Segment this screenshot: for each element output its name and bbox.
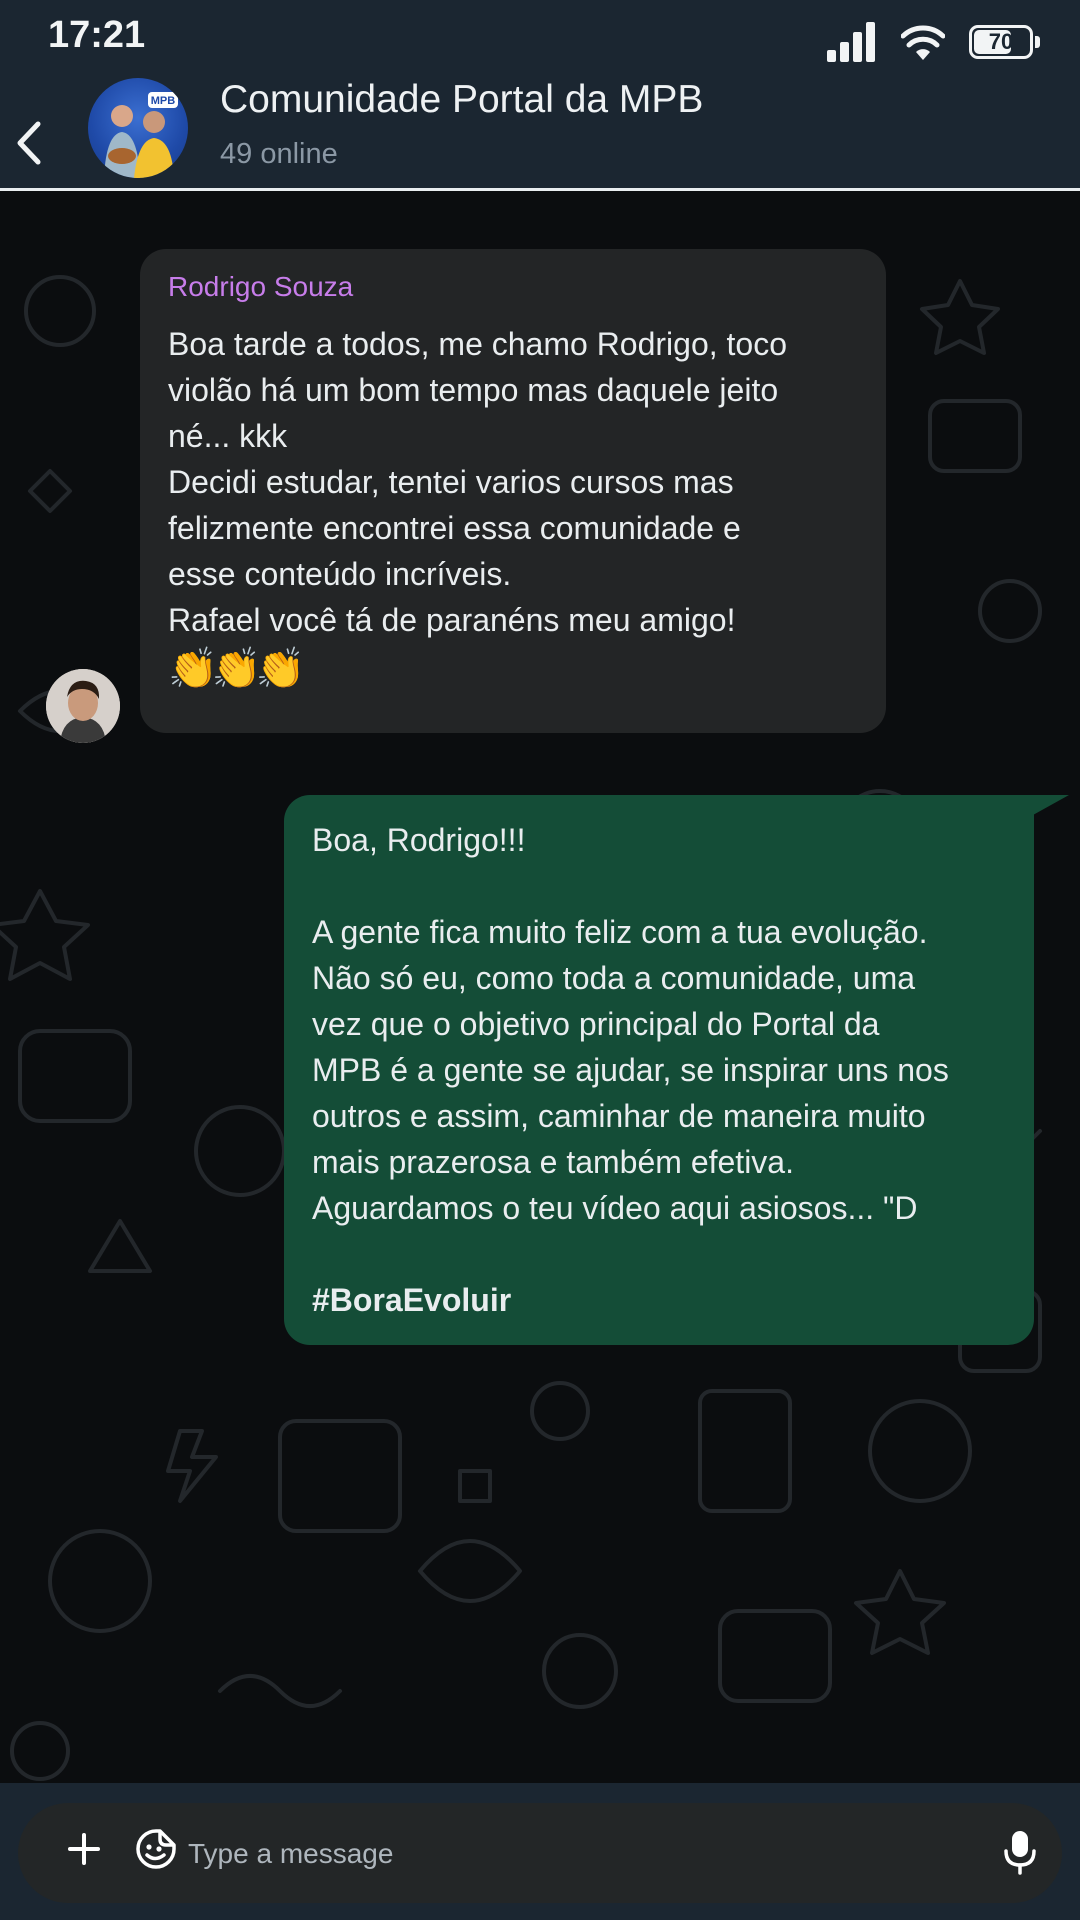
sender-avatar[interactable] [46,669,120,743]
composer-bar [0,1783,1080,1920]
composer-pill [18,1803,1062,1903]
sticker-icon[interactable] [134,1827,178,1871]
microphone-icon[interactable] [1000,1829,1040,1875]
chat-header: 17:21 70 MPB Comunidade Portal da MPB 49… [0,0,1080,191]
signal-icon [827,22,875,62]
clapping-hands-emoji: 👏👏👏 [168,647,305,691]
back-chevron-icon[interactable] [10,118,50,168]
group-avatar[interactable]: MPB [88,78,188,178]
status-icons: 70 [827,22,1040,62]
message-text: Boa tarde a todos, me chamo Rodrigo, toc… [168,326,788,638]
hashtag-link[interactable]: #BoraEvoluir [312,1277,1006,1323]
status-time: 17:21 [48,14,146,56]
chat-title[interactable]: Comunidade Portal da MPB [220,78,703,122]
outgoing-message-bubble[interactable]: Boa, Rodrigo!!! A gente fica muito feliz… [284,795,1034,1345]
incoming-message-bubble[interactable]: Rodrigo Souza Boa tarde a todos, me cham… [140,249,886,733]
message-input[interactable] [186,1825,970,1883]
sender-name[interactable]: Rodrigo Souza [168,271,858,303]
battery-icon: 70 [969,25,1040,59]
wifi-icon [901,25,945,60]
outgoing-bubble-tail [1033,795,1069,815]
message-text: Boa, Rodrigo!!! A gente fica muito feliz… [312,822,949,1226]
chat-area[interactable]: Rodrigo Souza Boa tarde a todos, me cham… [0,191,1080,1783]
online-count: 49 online [220,138,338,170]
avatar-badge-text: MPB [151,95,176,107]
plus-icon[interactable] [66,1831,102,1867]
battery-level: 70 [988,29,1014,54]
